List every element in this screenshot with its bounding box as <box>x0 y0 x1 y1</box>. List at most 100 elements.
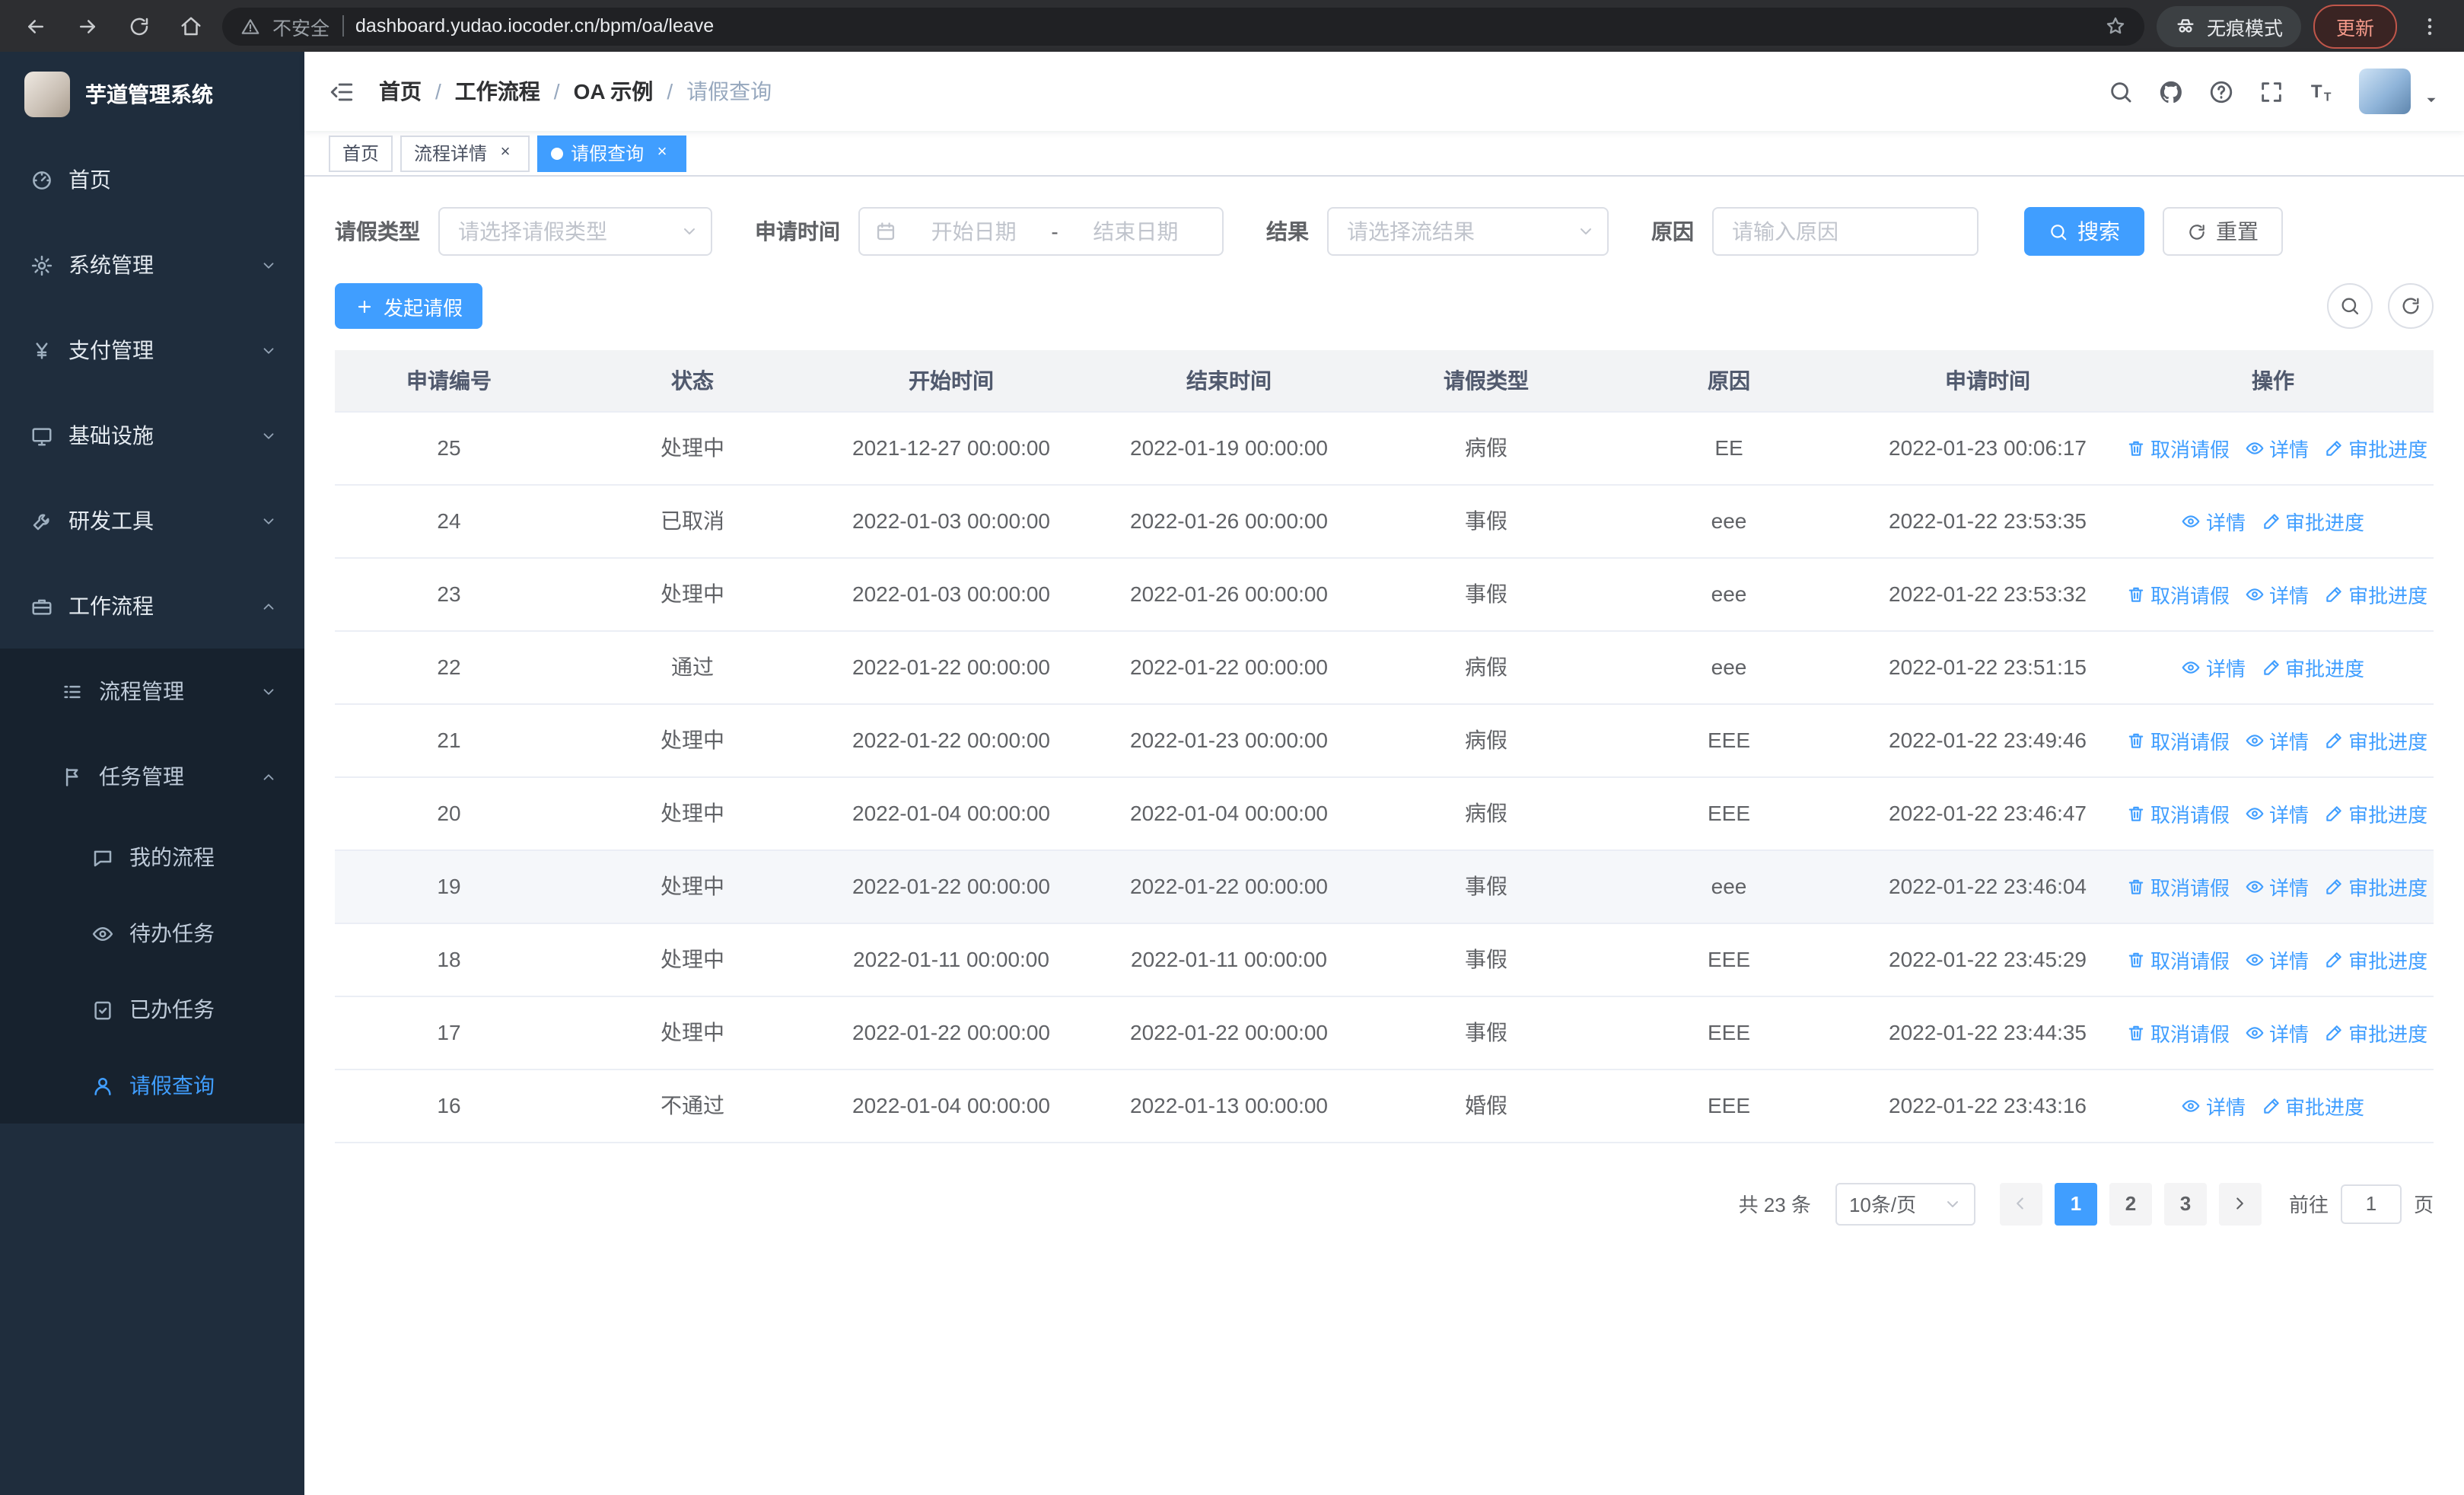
page-size-select[interactable]: 10条/页 <box>1835 1182 1975 1225</box>
action-progress[interactable]: 审批进度 <box>2261 1091 2364 1120</box>
tab-process-detail[interactable]: 流程详情 × <box>400 135 530 171</box>
fullscreen-icon[interactable] <box>2259 78 2284 104</box>
sidebar-item-task-mgmt[interactable]: 任务管理 <box>0 734 304 819</box>
help-icon[interactable] <box>2208 78 2234 104</box>
page-button-2[interactable]: 2 <box>2109 1182 2152 1225</box>
action-label: 详情 <box>2205 1095 2246 1118</box>
breadcrumb-item[interactable]: 工作流程 <box>455 76 540 107</box>
action-label: 详情 <box>2269 438 2310 461</box>
action-cancel[interactable]: 取消请假 <box>2126 725 2230 754</box>
avatar-caret-icon[interactable] <box>2423 91 2440 108</box>
chevron-down-icon <box>260 342 277 359</box>
browser-back-icon[interactable] <box>15 6 55 46</box>
action-progress[interactable]: 审批进度 <box>2324 945 2427 974</box>
action-detail[interactable]: 详情 <box>2245 1018 2309 1047</box>
action-progress[interactable]: 审批进度 <box>2324 872 2427 901</box>
action-cancel[interactable]: 取消请假 <box>2126 945 2230 974</box>
cell-type: 事假 <box>1377 850 1595 923</box>
sidebar-item-workflow[interactable]: 工作流程 <box>0 563 304 649</box>
next-page-button[interactable] <box>2218 1182 2262 1225</box>
action-cancel[interactable]: 取消请假 <box>2126 872 2230 901</box>
eye-icon <box>2245 584 2265 604</box>
trash-icon <box>2126 584 2146 604</box>
cell-actions: 详情 审批进度 <box>2112 484 2434 558</box>
leave-type-select[interactable]: 请选择请假类型 <box>438 207 712 256</box>
trash-icon <box>2126 730 2146 750</box>
action-progress[interactable]: 审批进度 <box>2324 725 2427 754</box>
bookmark-star-icon[interactable] <box>2105 15 2126 37</box>
sidebar-item-infra[interactable]: 基础设施 <box>0 393 304 478</box>
action-progress[interactable]: 审批进度 <box>2261 506 2364 535</box>
github-icon[interactable] <box>2158 78 2184 104</box>
leave-type-placeholder: 请选择请假类型 <box>458 219 607 244</box>
action-cancel[interactable]: 取消请假 <box>2126 1018 2230 1047</box>
cell-start: 2021-12-27 00:00:00 <box>822 411 1081 485</box>
action-detail[interactable]: 详情 <box>2182 652 2246 681</box>
action-detail[interactable]: 详情 <box>2245 872 2309 901</box>
sidebar-item-home[interactable]: 首页 <box>0 137 304 222</box>
action-cancel[interactable]: 取消请假 <box>2126 433 2230 462</box>
breadcrumb-item[interactable]: OA 示例 <box>574 76 654 107</box>
action-detail[interactable]: 详情 <box>2245 799 2309 827</box>
result-select[interactable]: 请选择流结果 <box>1327 207 1609 256</box>
address-bar[interactable]: 不安全 dashboard.yudao.iocoder.cn/bpm/oa/le… <box>222 7 2144 45</box>
sidebar-item-devtools[interactable]: 研发工具 <box>0 478 304 563</box>
sidebar-item-leave-query[interactable]: 请假查询 <box>0 1047 304 1124</box>
not-secure-label: 不安全 <box>272 18 330 39</box>
flow-icon <box>61 680 84 703</box>
create-leave-button[interactable]: 发起请假 <box>335 283 483 329</box>
tab-leave-query[interactable]: 请假查询 × <box>537 135 687 171</box>
browser-home-icon[interactable] <box>170 6 210 46</box>
tab-home[interactable]: 首页 <box>329 135 393 171</box>
action-detail[interactable]: 详情 <box>2245 433 2309 462</box>
action-progress[interactable]: 审批进度 <box>2324 433 2427 462</box>
goto-page-input[interactable] <box>2340 1184 2402 1223</box>
plus-icon <box>355 296 374 316</box>
action-detail[interactable]: 详情 <box>2245 725 2309 754</box>
user-avatar[interactable] <box>2359 69 2411 114</box>
browser-refresh-icon[interactable] <box>119 6 158 46</box>
search-icon[interactable] <box>2108 78 2134 104</box>
sidebar-item-todo-tasks[interactable]: 待办任务 <box>0 895 304 971</box>
cell-end: 2022-01-22 00:00:00 <box>1081 850 1377 923</box>
apply-time-range-picker[interactable]: 开始日期 - 结束日期 <box>858 207 1224 256</box>
sidebar-item-label: 工作流程 <box>68 594 154 618</box>
sidebar-item-system[interactable]: 系统管理 <box>0 222 304 308</box>
sidebar-item-process-mgmt[interactable]: 流程管理 <box>0 649 304 734</box>
action-progress[interactable]: 审批进度 <box>2324 1018 2427 1047</box>
action-detail[interactable]: 详情 <box>2182 1091 2246 1120</box>
toggle-search-button[interactable] <box>2327 283 2373 329</box>
breadcrumb-item[interactable]: 首页 <box>379 76 422 107</box>
tab-close-icon[interactable]: × <box>495 142 516 164</box>
sidebar-item-payment[interactable]: 支付管理 <box>0 308 304 393</box>
browser-update-button[interactable]: 更新 <box>2313 4 2397 48</box>
sidebar-collapse-icon[interactable] <box>329 78 355 104</box>
action-cancel[interactable]: 取消请假 <box>2126 799 2230 827</box>
action-progress[interactable]: 审批进度 <box>2324 799 2427 827</box>
not-secure-icon <box>240 16 260 36</box>
prev-page-button[interactable] <box>1999 1182 2042 1225</box>
app-logo[interactable]: 芋道管理系统 <box>0 52 304 137</box>
tab-close-icon[interactable]: × <box>651 142 673 164</box>
action-detail[interactable]: 详情 <box>2245 579 2309 608</box>
action-cancel[interactable]: 取消请假 <box>2126 579 2230 608</box>
action-detail[interactable]: 详情 <box>2182 506 2246 535</box>
date-range-separator: - <box>1051 219 1059 244</box>
browser-forward-icon[interactable] <box>67 6 107 46</box>
action-progress[interactable]: 审批进度 <box>2261 652 2364 681</box>
reason-input[interactable] <box>1714 209 1977 254</box>
cell-start: 2022-01-22 00:00:00 <box>822 996 1081 1069</box>
sidebar-item-done-tasks[interactable]: 已办任务 <box>0 971 304 1047</box>
search-button[interactable]: 搜索 <box>2024 207 2144 256</box>
browser-menu-icon[interactable] <box>2409 6 2449 46</box>
page-button-1[interactable]: 1 <box>2054 1182 2097 1225</box>
page-button-3[interactable]: 3 <box>2163 1182 2207 1225</box>
refresh-table-button[interactable] <box>2388 283 2434 329</box>
reset-button[interactable]: 重置 <box>2163 207 2283 256</box>
sidebar-item-my-process[interactable]: 我的流程 <box>0 819 304 895</box>
action-detail[interactable]: 详情 <box>2245 945 2309 974</box>
column-header: 状态 <box>563 350 822 412</box>
incognito-label: 无痕模式 <box>2206 18 2283 39</box>
action-progress[interactable]: 审批进度 <box>2324 579 2427 608</box>
font-size-icon[interactable]: TT <box>2309 78 2335 104</box>
